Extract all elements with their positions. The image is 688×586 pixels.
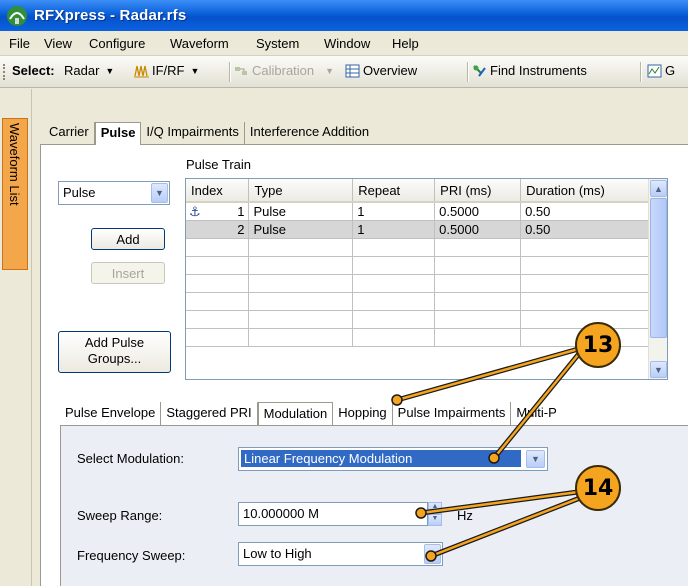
callout-13: 13: [575, 322, 621, 368]
callout-14: 14: [575, 465, 621, 511]
